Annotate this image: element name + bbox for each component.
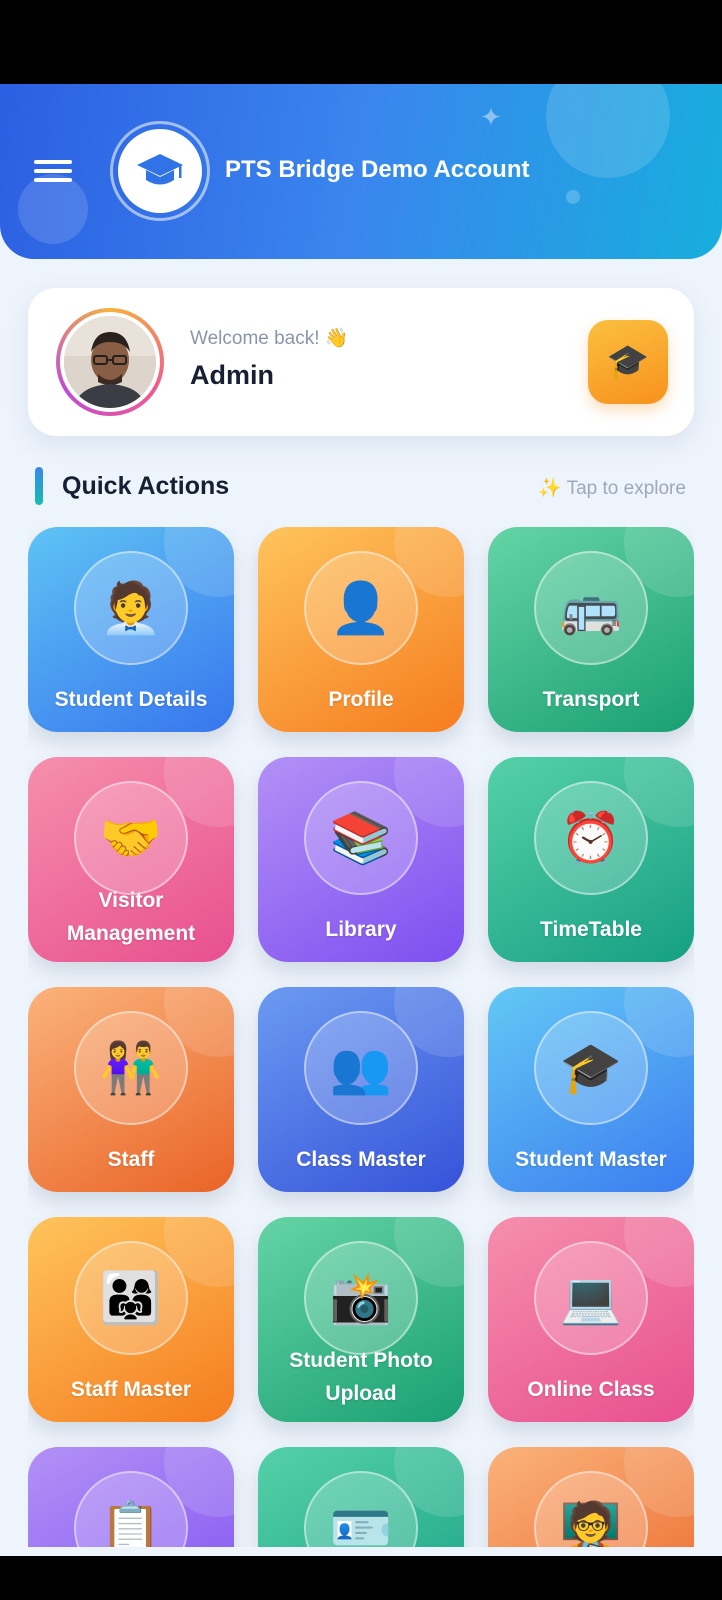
photo-scan-icon: 📸: [329, 1270, 393, 1326]
tile-label: Transport: [542, 687, 640, 711]
welcome-card: Welcome back! 👋 Admin 🎓: [28, 288, 694, 436]
sparkle-icon: ✦: [480, 102, 502, 132]
tile-student-photo-upload[interactable]: 📸 Student Photo Upload: [258, 1217, 464, 1422]
tile-icon-circle: 🎓: [534, 1011, 648, 1125]
tile-icon-circle: 👨‍👩‍👧: [74, 1241, 188, 1355]
online-class-icon: 💻: [559, 1270, 623, 1326]
tile-icon-circle: 🧑‍🏫: [534, 1471, 648, 1547]
group-icon: 👥: [329, 1040, 393, 1096]
staff-icon: 👫: [99, 1040, 163, 1096]
schedule-board-icon: 📋: [99, 1500, 163, 1547]
tile-library[interactable]: 📚 Library: [258, 757, 464, 962]
tile-staff[interactable]: 👫 Staff: [28, 987, 234, 1192]
tile-staff-master[interactable]: 👨‍👩‍👧 Staff Master: [28, 1217, 234, 1422]
tile-profile[interactable]: 👤 Profile: [258, 527, 464, 732]
tile-label: Library: [325, 917, 397, 941]
avatar-photo: [64, 316, 156, 408]
bookshelf-icon: 📚: [329, 810, 393, 866]
tile-class-master[interactable]: 👥 Class Master: [258, 987, 464, 1192]
tile-label: Student Details: [54, 687, 208, 711]
graduation-cap-icon: 🎓: [606, 343, 650, 381]
visitor-icon: 🤝: [99, 810, 163, 866]
tile-icon-circle: 📚: [304, 781, 418, 895]
section-title: Quick Actions: [62, 472, 230, 500]
team-icon: 👨‍👩‍👧: [99, 1270, 163, 1326]
tile-timetable[interactable]: ⏰ TimeTable: [488, 757, 694, 962]
section-hint: ✨ Tap to explore: [538, 478, 686, 499]
clock-calendar-icon: ⏰: [559, 810, 623, 866]
teacher-icon: 🧑‍🏫: [559, 1500, 623, 1547]
tile-icon-circle: 📸: [304, 1241, 418, 1355]
id-card-icon: 🪪: [329, 1500, 393, 1547]
graduate-icon: 🎓: [559, 1040, 623, 1096]
quick-actions-grid: 🧑‍💼 Student Details 👤 Profile 🚌 Transport 🤝 Vis…: [28, 527, 694, 1547]
student-edit-icon: 🧑‍💼: [99, 580, 163, 636]
tile-transport[interactable]: 🚌 Transport: [488, 527, 694, 732]
tile-label: Staff Master: [70, 1377, 192, 1401]
tile-icon-circle: ⏰: [534, 781, 648, 895]
tile-icon-circle: 🤝: [74, 781, 188, 895]
tile-student-master[interactable]: 🎓 Student Master: [488, 987, 694, 1192]
tile-icon-circle: 💻: [534, 1241, 648, 1355]
tile-icon-circle: 🪪: [304, 1471, 418, 1547]
graduation-cap-button[interactable]: 🎓: [588, 320, 668, 404]
tile-label: TimeTable: [540, 917, 642, 941]
app-screen: ✦ PTS Bridge Demo Account Welcome back! …: [0, 84, 722, 1556]
tile-label: Student Master: [515, 1147, 667, 1171]
tile-item-15[interactable]: 🧑‍🏫: [488, 1447, 694, 1547]
app-header: ✦ PTS Bridge Demo Account: [0, 84, 722, 259]
tile-label: Online Class: [527, 1377, 655, 1401]
tile-online-class[interactable]: 💻 Online Class: [488, 1217, 694, 1422]
tile-label: Student Photo Upload: [289, 1349, 433, 1405]
decor-bubble: [546, 84, 670, 178]
tile-label: Staff: [107, 1147, 155, 1171]
tile-label: Visitor Management: [66, 889, 196, 945]
app-title: PTS Bridge Demo Account: [225, 156, 530, 183]
decor-bubble: [566, 190, 580, 204]
tile-label: Profile: [328, 687, 394, 711]
tile-icon-circle: 🧑‍💼: [74, 551, 188, 665]
bus-icon: 🚌: [559, 580, 623, 636]
tile-icon-circle: 👫: [74, 1011, 188, 1125]
navigation-bar: [0, 1556, 722, 1600]
tile-icon-circle: 🚌: [534, 551, 648, 665]
tile-student-details[interactable]: 🧑‍💼 Student Details: [28, 527, 234, 732]
user-name: Admin: [190, 360, 274, 390]
profile-icon: 👤: [329, 580, 393, 636]
avatar[interactable]: [56, 308, 164, 416]
tile-icon-circle: 👤: [304, 551, 418, 665]
tile-icon-circle: 📋: [74, 1471, 188, 1547]
menu-button[interactable]: [34, 156, 72, 186]
tile-item-14[interactable]: 🪪: [258, 1447, 464, 1547]
tile-label: Class Master: [296, 1147, 426, 1171]
tile-icon-circle: 👥: [304, 1011, 418, 1125]
tile-item-13[interactable]: 📋: [28, 1447, 234, 1547]
tile-visitor-management[interactable]: 🤝 Visitor Management: [28, 757, 234, 962]
app-logo: [110, 121, 210, 221]
welcome-greeting: Welcome back! 👋: [190, 328, 349, 349]
graduation-cap-icon: [137, 154, 183, 185]
section-accent-bar: [35, 467, 43, 505]
status-bar: [0, 0, 722, 84]
